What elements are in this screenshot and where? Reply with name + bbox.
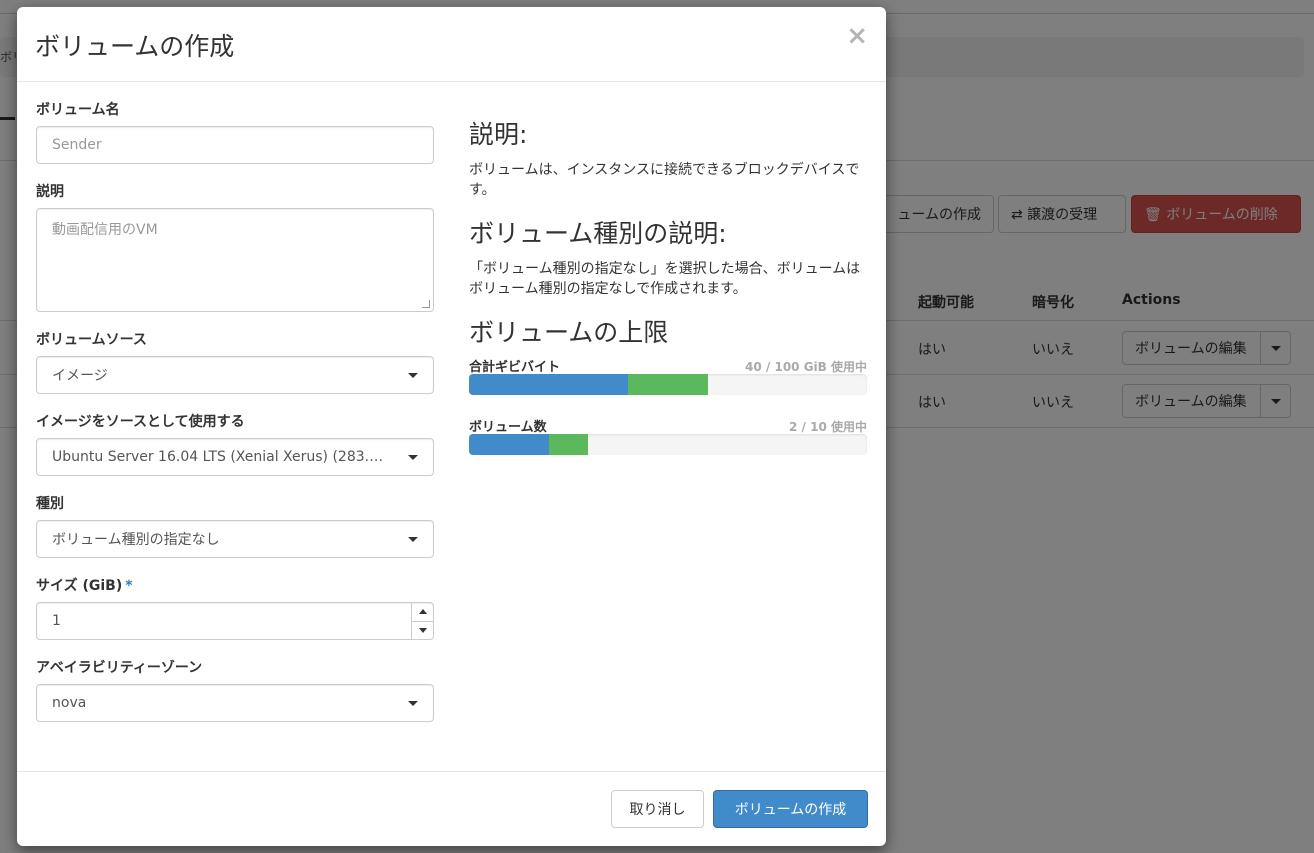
create-volume-modal: ボリュームの作成 × ボリューム名 Sender 説明 動画配信用のVM ボリュ…: [17, 7, 886, 846]
size-group: サイズ (GiB) * 1: [36, 576, 434, 640]
availability-zone-value: nova: [52, 695, 87, 711]
volumes-new-bar: [548, 434, 589, 455]
availability-zone-select[interactable]: nova: [36, 684, 434, 722]
image-group: イメージをソースとして使用する Ubuntu Server 16.04 LTS …: [36, 412, 434, 476]
chevron-down-icon: [408, 454, 418, 460]
source-group: ボリュームソース イメージ: [36, 330, 434, 394]
gigabytes-used-bar: [469, 374, 629, 395]
description-help-text: ボリュームは、インスタンスに接続できるブロックデバイスです。: [469, 162, 860, 198]
name-label: ボリューム名: [36, 102, 120, 118]
size-label: サイズ (GiB) *: [36, 576, 434, 596]
volumes-quota-bar: [469, 434, 867, 455]
decrement-icon[interactable]: [412, 620, 433, 640]
az-group: アベイラビリティーゾーン nova: [36, 658, 434, 722]
image-source-value: Ubuntu Server 16.04 LTS (Xenial Xerus) (…: [52, 449, 392, 465]
chevron-down-icon: [408, 536, 418, 542]
image-source-select[interactable]: Ubuntu Server 16.04 LTS (Xenial Xerus) (…: [36, 438, 434, 476]
volume-type-select[interactable]: ボリューム種別の指定なし: [36, 520, 434, 558]
gigabytes-new-bar: [628, 374, 708, 395]
volume-source-select[interactable]: イメージ: [36, 356, 434, 394]
volumes-quota-usage: 2 / 10 使用中: [789, 420, 867, 434]
description-placeholder: 動画配信用のVM: [52, 222, 158, 238]
volume-source-value: イメージ: [52, 368, 108, 384]
volume-name-placeholder: Sender: [52, 137, 102, 153]
az-label: アベイラビリティーゾーン: [36, 660, 203, 676]
volume-type-value: ボリューム種別の指定なし: [52, 532, 220, 548]
volumes-quota-label: ボリューム数: [469, 420, 547, 435]
size-label-text: サイズ (GiB): [36, 578, 123, 594]
size-value: 1: [52, 613, 61, 629]
volume-type-heading: ボリューム種別の説明:: [469, 219, 727, 248]
close-icon[interactable]: ×: [846, 21, 868, 51]
volume-limits-heading: ボリュームの上限: [469, 318, 669, 347]
gigabytes-quota-bar: [469, 374, 867, 395]
modal-header: ボリュームの作成 ×: [17, 7, 886, 82]
increment-icon[interactable]: [412, 603, 433, 621]
size-number-input[interactable]: 1: [36, 602, 434, 640]
description-textarea[interactable]: 動画配信用のVM: [36, 208, 434, 312]
volume-name-input[interactable]: Sender: [36, 126, 434, 164]
description-group: 説明 動画配信用のVM: [36, 182, 434, 312]
modal-title: ボリュームの作成: [35, 32, 235, 61]
volume-type-help-text: 「ボリューム種別の指定なし」を選択した場合、ボリュームはボリューム種別の指定なし…: [469, 261, 861, 297]
type-label: 種別: [36, 496, 64, 512]
gigabytes-quota-usage: 40 / 100 GiB 使用中: [745, 360, 867, 374]
image-label: イメージをソースとして使用する: [36, 414, 245, 430]
resize-handle-icon[interactable]: [422, 300, 430, 308]
size-stepper[interactable]: [411, 603, 433, 639]
chevron-down-icon: [408, 372, 418, 378]
cancel-button[interactable]: 取り消し: [611, 790, 704, 828]
required-asterisk-icon: *: [125, 578, 133, 594]
modal-footer: 取り消し ボリュームの作成: [17, 771, 886, 846]
gigabytes-quota-label: 合計ギビバイト: [469, 360, 561, 375]
modal-body: ボリューム名 Sender 説明 動画配信用のVM ボリュームソース イメージ: [17, 82, 886, 771]
name-group: ボリューム名 Sender: [36, 100, 434, 164]
chevron-down-icon: [408, 700, 418, 706]
create-volume-submit-button[interactable]: ボリュームの作成: [713, 790, 868, 828]
help-panel: 説明: ボリュームは、インスタンスに接続できるブロックデバイスです。 ボリューム…: [469, 120, 867, 476]
description-label: 説明: [36, 184, 64, 200]
gigabytes-quota: 合計ギビバイト 40 / 100 GiB 使用中: [469, 356, 867, 395]
volume-form: ボリューム名 Sender 説明 動画配信用のVM ボリュームソース イメージ: [36, 100, 434, 740]
source-label: ボリュームソース: [36, 332, 147, 348]
volumes-used-bar: [469, 434, 549, 455]
type-group: 種別 ボリューム種別の指定なし: [36, 494, 434, 558]
volumes-quota: ボリューム数 2 / 10 使用中: [469, 416, 867, 455]
description-heading: 説明:: [469, 120, 528, 149]
